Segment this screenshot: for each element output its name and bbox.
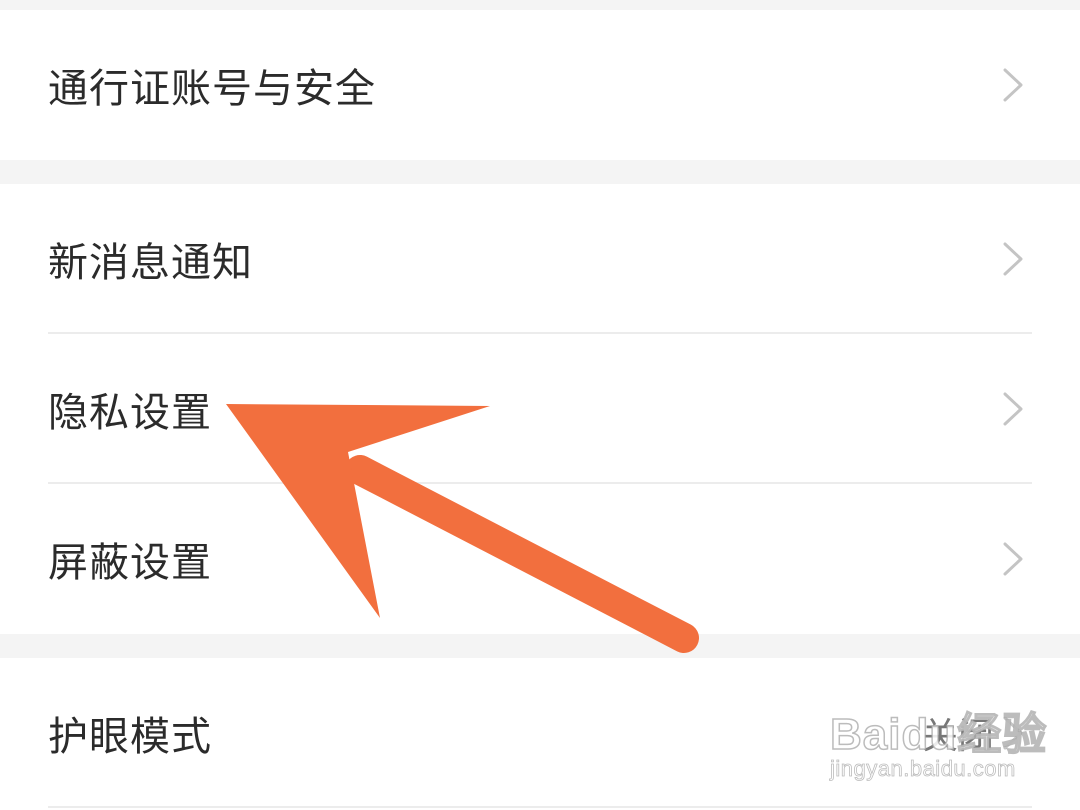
chevron-right-icon [1003, 392, 1023, 426]
row-divider [48, 806, 1032, 808]
chevron-right-icon [1003, 68, 1023, 102]
settings-item-label: 护眼模式 [48, 714, 212, 760]
settings-group-display: 护眼模式 关闭 [0, 658, 1080, 810]
settings-item-label: 通行证账号与安全 [48, 66, 376, 112]
chevron-right-icon [1003, 242, 1023, 276]
settings-group-general: 新消息通知 隐私设置 屏蔽设置 [0, 184, 1080, 634]
settings-item-privacy[interactable]: 隐私设置 [0, 334, 1080, 484]
chevron-right-icon [1003, 716, 1023, 750]
settings-item-block[interactable]: 屏蔽设置 [0, 484, 1080, 634]
settings-item-label: 新消息通知 [48, 240, 253, 286]
eye-care-status: 关闭 [921, 716, 994, 757]
settings-item-label: 隐私设置 [48, 390, 212, 436]
settings-screen: 通行证账号与安全 新消息通知 隐私设置 屏蔽设置 护眼模式 关闭 Baidu经验… [0, 0, 1080, 810]
settings-item-account-security[interactable]: 通行证账号与安全 [0, 10, 1080, 160]
settings-group-account: 通行证账号与安全 [0, 10, 1080, 160]
settings-item-notifications[interactable]: 新消息通知 [0, 184, 1080, 334]
chevron-right-icon [1003, 542, 1023, 576]
settings-item-label: 屏蔽设置 [48, 540, 212, 586]
settings-item-eye-care[interactable]: 护眼模式 关闭 [0, 658, 1080, 808]
